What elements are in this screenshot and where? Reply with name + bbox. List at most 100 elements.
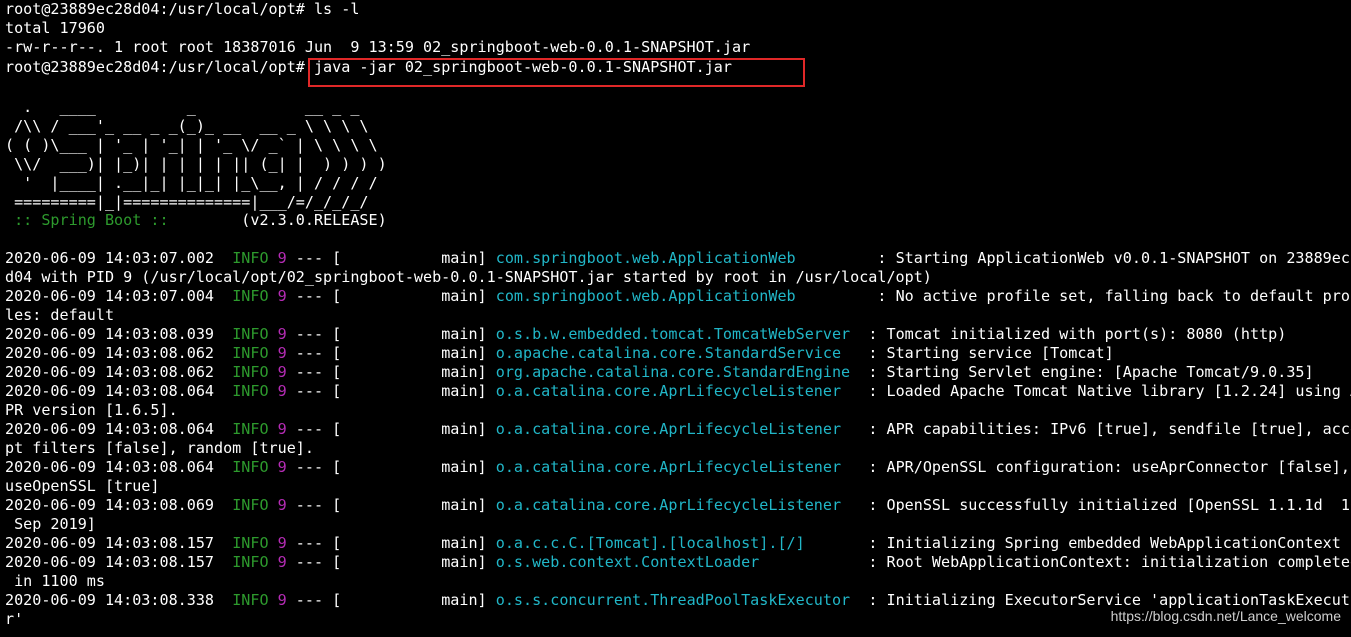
log-level: INFO xyxy=(232,363,278,381)
log-thread: --- [ main] xyxy=(286,553,496,571)
log-logger: o.s.web.context.ContextLoader xyxy=(495,553,860,571)
log-logger: o.a.catalina.core.AprLifecycleListener xyxy=(495,420,860,438)
log-timestamp: 2020-06-09 14:03:08.069 xyxy=(5,496,233,514)
log-continuation: les: default xyxy=(5,306,115,324)
log-thread: --- [ main] xyxy=(286,249,496,267)
log-pid: 9 xyxy=(277,249,287,267)
log-thread: --- [ main] xyxy=(286,458,496,476)
log-thread: --- [ main] xyxy=(286,344,496,362)
shell-line: total 17960 xyxy=(5,19,105,37)
log-logger: o.s.b.w.embedded.tomcat.TomcatWebServer xyxy=(495,325,860,343)
log-continuation: in 1100 ms xyxy=(5,572,105,590)
spring-boot-label: :: Spring Boot :: xyxy=(5,211,178,229)
log-timestamp: 2020-06-09 14:03:07.002 xyxy=(5,249,233,267)
banner-line: ' |____| .__|_| |_|_| |_\__, | / / / / xyxy=(5,174,378,192)
shell-line: root@23889ec28d04:/usr/local/opt# ls -l xyxy=(5,0,360,18)
log-logger: o.a.catalina.core.AprLifecycleListener xyxy=(495,458,860,476)
log-continuation: Sep 2019] xyxy=(5,515,96,533)
spring-boot-version-line: :: Spring Boot :: (v2.3.0.RELEASE) xyxy=(5,211,387,230)
log-pid: 9 xyxy=(277,363,287,381)
log-thread: --- [ main] xyxy=(286,325,496,343)
log-entry: 2020-06-09 14:03:08.062 INFO 9 --- [ mai… xyxy=(5,363,1314,382)
log-thread: --- [ main] xyxy=(286,287,496,305)
command-highlight-box xyxy=(308,58,805,87)
log-thread: --- [ main] xyxy=(286,496,496,514)
log-continuation: PR version [1.6.5]. xyxy=(5,401,178,419)
log-pid: 9 xyxy=(277,420,287,438)
log-timestamp: 2020-06-09 14:03:08.157 xyxy=(5,553,233,571)
log-level: INFO xyxy=(232,458,278,476)
log-message: : Starting service [Tomcat] xyxy=(859,344,1114,362)
log-level: INFO xyxy=(232,325,278,343)
log-logger: o.s.s.concurrent.ThreadPoolTaskExecutor xyxy=(495,591,860,609)
log-continuation: d04 with PID 9 (/usr/local/opt/02_spring… xyxy=(5,268,932,286)
log-entry: 2020-06-09 14:03:07.004 INFO 9 --- [ mai… xyxy=(5,287,1351,306)
log-message: : Starting Servlet engine: [Apache Tomca… xyxy=(859,363,1314,381)
log-thread: --- [ main] xyxy=(286,363,496,381)
log-timestamp: 2020-06-09 14:03:08.062 xyxy=(5,363,233,381)
log-timestamp: 2020-06-09 14:03:07.004 xyxy=(5,287,233,305)
log-level: INFO xyxy=(232,553,278,571)
banner-line: /\\ / ___'_ __ _ _(_)_ __ __ _ \ \ \ \ xyxy=(5,117,369,135)
log-timestamp: 2020-06-09 14:03:08.039 xyxy=(5,325,233,343)
log-pid: 9 xyxy=(277,382,287,400)
log-level: INFO xyxy=(232,249,278,267)
log-level: INFO xyxy=(232,287,278,305)
log-pid: 9 xyxy=(277,553,287,571)
banner-line: =========|_|==============|___/=/_/_/_/ xyxy=(5,193,369,211)
log-level: INFO xyxy=(232,420,278,438)
log-entry: 2020-06-09 14:03:08.064 INFO 9 --- [ mai… xyxy=(5,420,1351,439)
log-message: : APR/OpenSSL configuration: useAprConne… xyxy=(859,458,1350,476)
log-timestamp: 2020-06-09 14:03:08.062 xyxy=(5,344,233,362)
log-message: : Root WebApplicationContext: initializa… xyxy=(859,553,1351,571)
shell-line: -rw-r--r--. 1 root root 18387016 Jun 9 1… xyxy=(5,38,751,56)
log-level: INFO xyxy=(232,591,278,609)
log-message: : Initializing Spring embedded WebApplic… xyxy=(859,534,1341,552)
log-logger: o.apache.catalina.core.StandardService xyxy=(495,344,860,362)
banner-line: . ____ _ __ _ _ xyxy=(5,98,360,116)
log-pid: 9 xyxy=(277,325,287,343)
log-pid: 9 xyxy=(277,344,287,362)
log-logger: o.a.catalina.core.AprLifecycleListener xyxy=(495,496,860,514)
log-message: : Loaded Apache Tomcat Native library [1… xyxy=(859,382,1351,400)
log-timestamp: 2020-06-09 14:03:08.064 xyxy=(5,458,233,476)
log-logger: o.a.c.c.C.[Tomcat].[localhost].[/] xyxy=(495,534,860,552)
log-pid: 9 xyxy=(277,287,287,305)
log-pid: 9 xyxy=(277,534,287,552)
spring-boot-version: (v2.3.0.RELEASE) xyxy=(177,211,387,229)
log-message: : OpenSSL successfully initialized [Open… xyxy=(859,496,1351,514)
shell-prompt: root@23889ec28d04:/usr/local/opt# xyxy=(5,58,314,76)
log-message: : Tomcat initialized with port(s): 8080 … xyxy=(859,325,1287,343)
log-continuation: r' xyxy=(5,610,24,628)
log-message: : APR capabilities: IPv6 [true], sendfil… xyxy=(859,420,1351,438)
log-logger: com.springboot.web.ApplicationWeb xyxy=(495,287,860,305)
log-continuation: pt filters [false], random [true]. xyxy=(5,439,314,457)
log-timestamp: 2020-06-09 14:03:08.338 xyxy=(5,591,233,609)
log-entry: 2020-06-09 14:03:08.157 INFO 9 --- [ mai… xyxy=(5,553,1351,572)
log-level: INFO xyxy=(232,496,278,514)
log-level: INFO xyxy=(232,382,278,400)
log-entry: 2020-06-09 14:03:08.064 INFO 9 --- [ mai… xyxy=(5,382,1351,401)
log-thread: --- [ main] xyxy=(286,534,496,552)
log-level: INFO xyxy=(232,344,278,362)
terminal-window[interactable]: root@23889ec28d04:/usr/local/opt# ls -l … xyxy=(0,0,1351,637)
log-continuation: useOpenSSL [true] xyxy=(5,477,160,495)
log-timestamp: 2020-06-09 14:03:08.064 xyxy=(5,420,233,438)
log-pid: 9 xyxy=(277,496,287,514)
banner-line: \\/ ___)| |_)| | | | | || (_| | ) ) ) ) xyxy=(5,155,387,173)
log-level: INFO xyxy=(232,534,278,552)
banner-line: ( ( )\___ | '_ | '_| | '_ \/ _` | \ \ \ … xyxy=(5,136,378,154)
log-entry: 2020-06-09 14:03:08.062 INFO 9 --- [ mai… xyxy=(5,344,1114,363)
log-logger: com.springboot.web.ApplicationWeb xyxy=(495,249,860,267)
log-thread: --- [ main] xyxy=(286,420,496,438)
log-logger: o.a.catalina.core.AprLifecycleListener xyxy=(495,382,860,400)
log-logger: org.apache.catalina.core.StandardEngine xyxy=(495,363,860,381)
log-message: : Initializing ExecutorService 'applicat… xyxy=(859,591,1351,609)
log-entry: 2020-06-09 14:03:07.002 INFO 9 --- [ mai… xyxy=(5,249,1351,268)
log-message: : No active profile set, falling back to… xyxy=(859,287,1351,305)
log-entry: 2020-06-09 14:03:08.064 INFO 9 --- [ mai… xyxy=(5,458,1350,477)
log-pid: 9 xyxy=(277,458,287,476)
log-message: : Starting ApplicationWeb v0.0.1-SNAPSHO… xyxy=(859,249,1351,267)
log-entry: 2020-06-09 14:03:08.157 INFO 9 --- [ mai… xyxy=(5,534,1341,553)
watermark: https://blog.csdn.net/Lance_welcome xyxy=(1110,608,1341,624)
